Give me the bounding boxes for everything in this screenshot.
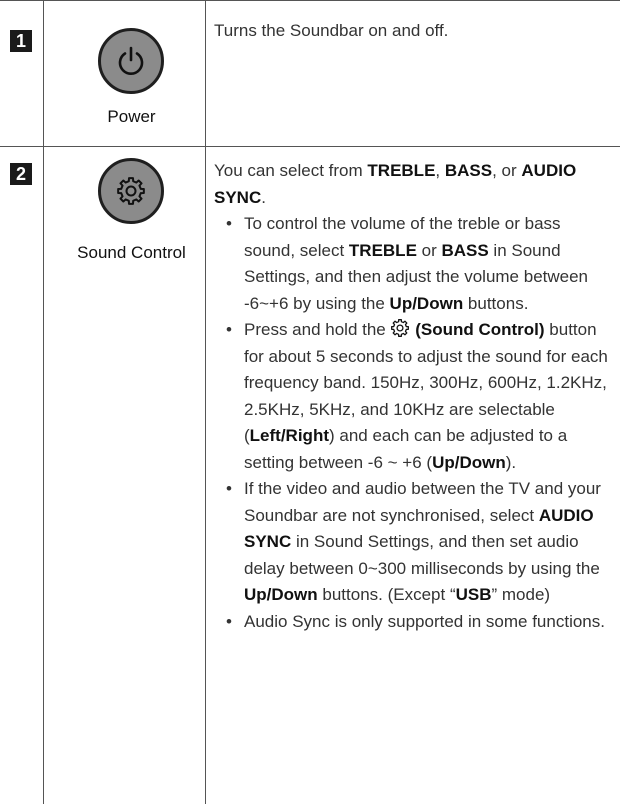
bullet-list: To control the volume of the treble or b… <box>214 211 612 635</box>
bold-term: BASS <box>444 161 493 180</box>
text-run: You can select from <box>214 161 368 180</box>
power-label: Power <box>107 107 156 126</box>
text-run: buttons. <box>463 293 529 313</box>
text-run: ). <box>505 452 517 472</box>
bullet-item: Press and hold the (Sound Control) butto… <box>214 317 612 476</box>
bold-term: TREBLE <box>348 240 417 260</box>
text-run: Press and hold the <box>244 320 391 339</box>
bold-term: TREBLE <box>367 161 436 180</box>
intro-paragraph: You can select from TREBLE, BASS, or AUD… <box>214 158 612 211</box>
bold-term: Left/Right <box>249 426 329 445</box>
text-run: . <box>261 187 266 207</box>
power-button-graphic <box>98 28 164 94</box>
gear-icon <box>391 319 410 337</box>
row-number-badge: 1 <box>10 30 32 52</box>
sound-control-label: Sound Control <box>77 243 186 262</box>
gear-icon <box>117 177 145 205</box>
bullet-item: To control the volume of the treble or b… <box>214 211 612 317</box>
bold-term: Up/Down <box>432 452 506 472</box>
column-divider-1 <box>43 0 44 804</box>
row-divider <box>0 146 620 147</box>
bold-term: BASS <box>441 240 489 260</box>
text-run: or <box>416 240 442 260</box>
bold-term: USB <box>455 585 492 604</box>
row-number-badge: 2 <box>10 163 32 185</box>
text-run: , <box>435 161 445 180</box>
bold-term: (Sound Control) <box>410 320 545 339</box>
gear-hub <box>396 324 405 332</box>
bold-term: Up/Down <box>244 585 318 604</box>
text-run: Audio Sync is only supported in some fun… <box>244 611 605 631</box>
text-run: ” mode) <box>491 585 551 604</box>
gear-outline <box>117 177 145 205</box>
bullet-item: Audio Sync is only supported in some fun… <box>214 609 612 636</box>
sound-control-description: You can select from TREBLE, BASS, or AUD… <box>214 158 612 635</box>
gear-hub <box>125 185 137 197</box>
text-run: buttons. (Except “ <box>317 585 456 604</box>
table-top-border <box>0 0 620 1</box>
sound-control-button-graphic <box>98 158 164 224</box>
text-run: in Sound Settings, and then set audio de… <box>244 532 600 578</box>
gear-outline <box>391 319 410 337</box>
button-description-table: 1 Power Turns the Soundbar on and off. 2… <box>0 0 620 804</box>
text-run: , or <box>492 161 522 180</box>
power-description: Turns the Soundbar on and off. <box>214 21 449 40</box>
bullet-item: If the video and audio between the TV an… <box>214 476 612 609</box>
power-icon <box>118 46 144 75</box>
bold-term: Up/Down <box>389 293 464 313</box>
